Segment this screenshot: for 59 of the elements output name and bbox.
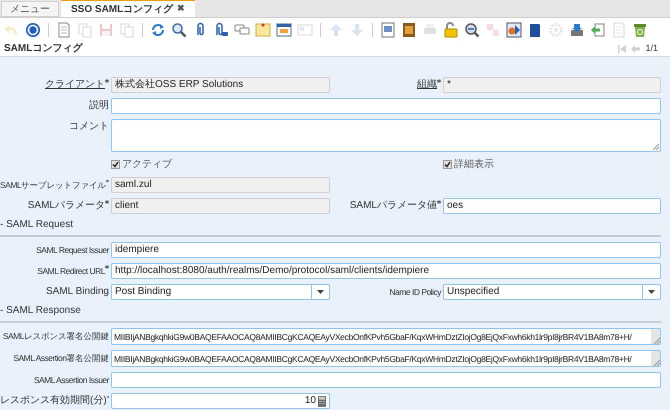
- report-icon[interactable]: [380, 22, 396, 38]
- field-label: コメント: [69, 121, 109, 133]
- archive-box-icon[interactable]: [401, 22, 417, 38]
- field-label: Name ID Policy: [389, 286, 441, 298]
- sticky-note-icon[interactable]: [255, 22, 271, 38]
- checkbox[interactable]: [443, 160, 452, 169]
- field-label: SAMLパラメータ: [28, 200, 105, 212]
- checkbox[interactable]: [111, 160, 120, 169]
- caret-icon[interactable]: [317, 290, 324, 294]
- book-icon[interactable]: [527, 22, 543, 38]
- number-field[interactable]: 10: [111, 393, 330, 409]
- input-field[interactable]: [111, 98, 661, 114]
- input-field[interactable]: http://localhost:8080/auth/realms/Demo/protocol/saml/clients/idempiere: [111, 263, 661, 279]
- tab[interactable]: SSO SAMLコンフィグ ✖: [61, 0, 196, 17]
- field-label: SAML Request Issuer: [36, 244, 109, 256]
- refresh-icon[interactable]: [150, 22, 166, 38]
- field-label-link[interactable]: 組織: [417, 79, 437, 91]
- input-field[interactable]: idempiere: [111, 242, 661, 258]
- trash-bin-icon[interactable]: [632, 22, 648, 38]
- help-icon[interactable]: [25, 22, 41, 38]
- window-icon[interactable]: [276, 22, 292, 38]
- section-header[interactable]: - SAML Request: [0, 219, 73, 231]
- checkbox-label: 詳細表示: [454, 158, 494, 170]
- input-field[interactable]: oes: [443, 198, 661, 214]
- tab[interactable]: メニュー: [1, 1, 59, 17]
- field-label: SAML Assertion署名公開鍵: [13, 352, 109, 364]
- export-icon[interactable]: [569, 22, 585, 38]
- speech-bubbles-icon[interactable]: [234, 22, 250, 38]
- magnifier-icon[interactable]: [464, 22, 480, 38]
- caret-icon[interactable]: [648, 290, 655, 294]
- field-label: 説明: [89, 100, 109, 112]
- checkbox-label: アクティブ: [122, 158, 172, 170]
- input-field[interactable]: saml.zul: [111, 177, 330, 193]
- search-icon[interactable]: [171, 22, 187, 38]
- field-label: SAMLレスポンス署名公開鍵: [2, 330, 109, 342]
- dropdown[interactable]: Unspecified: [443, 284, 661, 300]
- window-title: SAMLコンフィグ: [4, 42, 82, 56]
- calculator-icon[interactable]: [318, 396, 326, 406]
- field-label: SAML Assertion Issuer: [34, 374, 109, 386]
- field-label: SAMLパラメータ値: [350, 200, 437, 212]
- input-field[interactable]: client: [111, 198, 330, 214]
- field-label: SAML Redirect URL: [37, 265, 105, 277]
- field-label: SAMLサーブレットファイル: [0, 179, 106, 191]
- padlock-icon[interactable]: [443, 22, 459, 38]
- input-field[interactable]: [111, 372, 661, 388]
- record-counter: 1/1: [645, 42, 658, 55]
- document-icon[interactable]: [56, 22, 72, 38]
- workflow-icon[interactable]: [506, 22, 522, 38]
- dropdown[interactable]: Post Binding: [111, 284, 330, 300]
- resize-grip-icon[interactable]: [653, 144, 659, 150]
- input-field[interactable]: *: [443, 77, 661, 93]
- import-icon[interactable]: [590, 22, 606, 38]
- text-area-field[interactable]: [111, 119, 661, 152]
- field-label: SAML Binding: [46, 286, 109, 298]
- field-label: レスポンス有効期間(分): [0, 395, 107, 407]
- field-label-link[interactable]: クライアント: [45, 79, 105, 91]
- input-field[interactable]: 株式会社OSS ERP Solutions: [111, 77, 330, 93]
- section-header[interactable]: - SAML Response: [0, 305, 81, 317]
- close-tab-icon[interactable]: ✖: [177, 2, 186, 16]
